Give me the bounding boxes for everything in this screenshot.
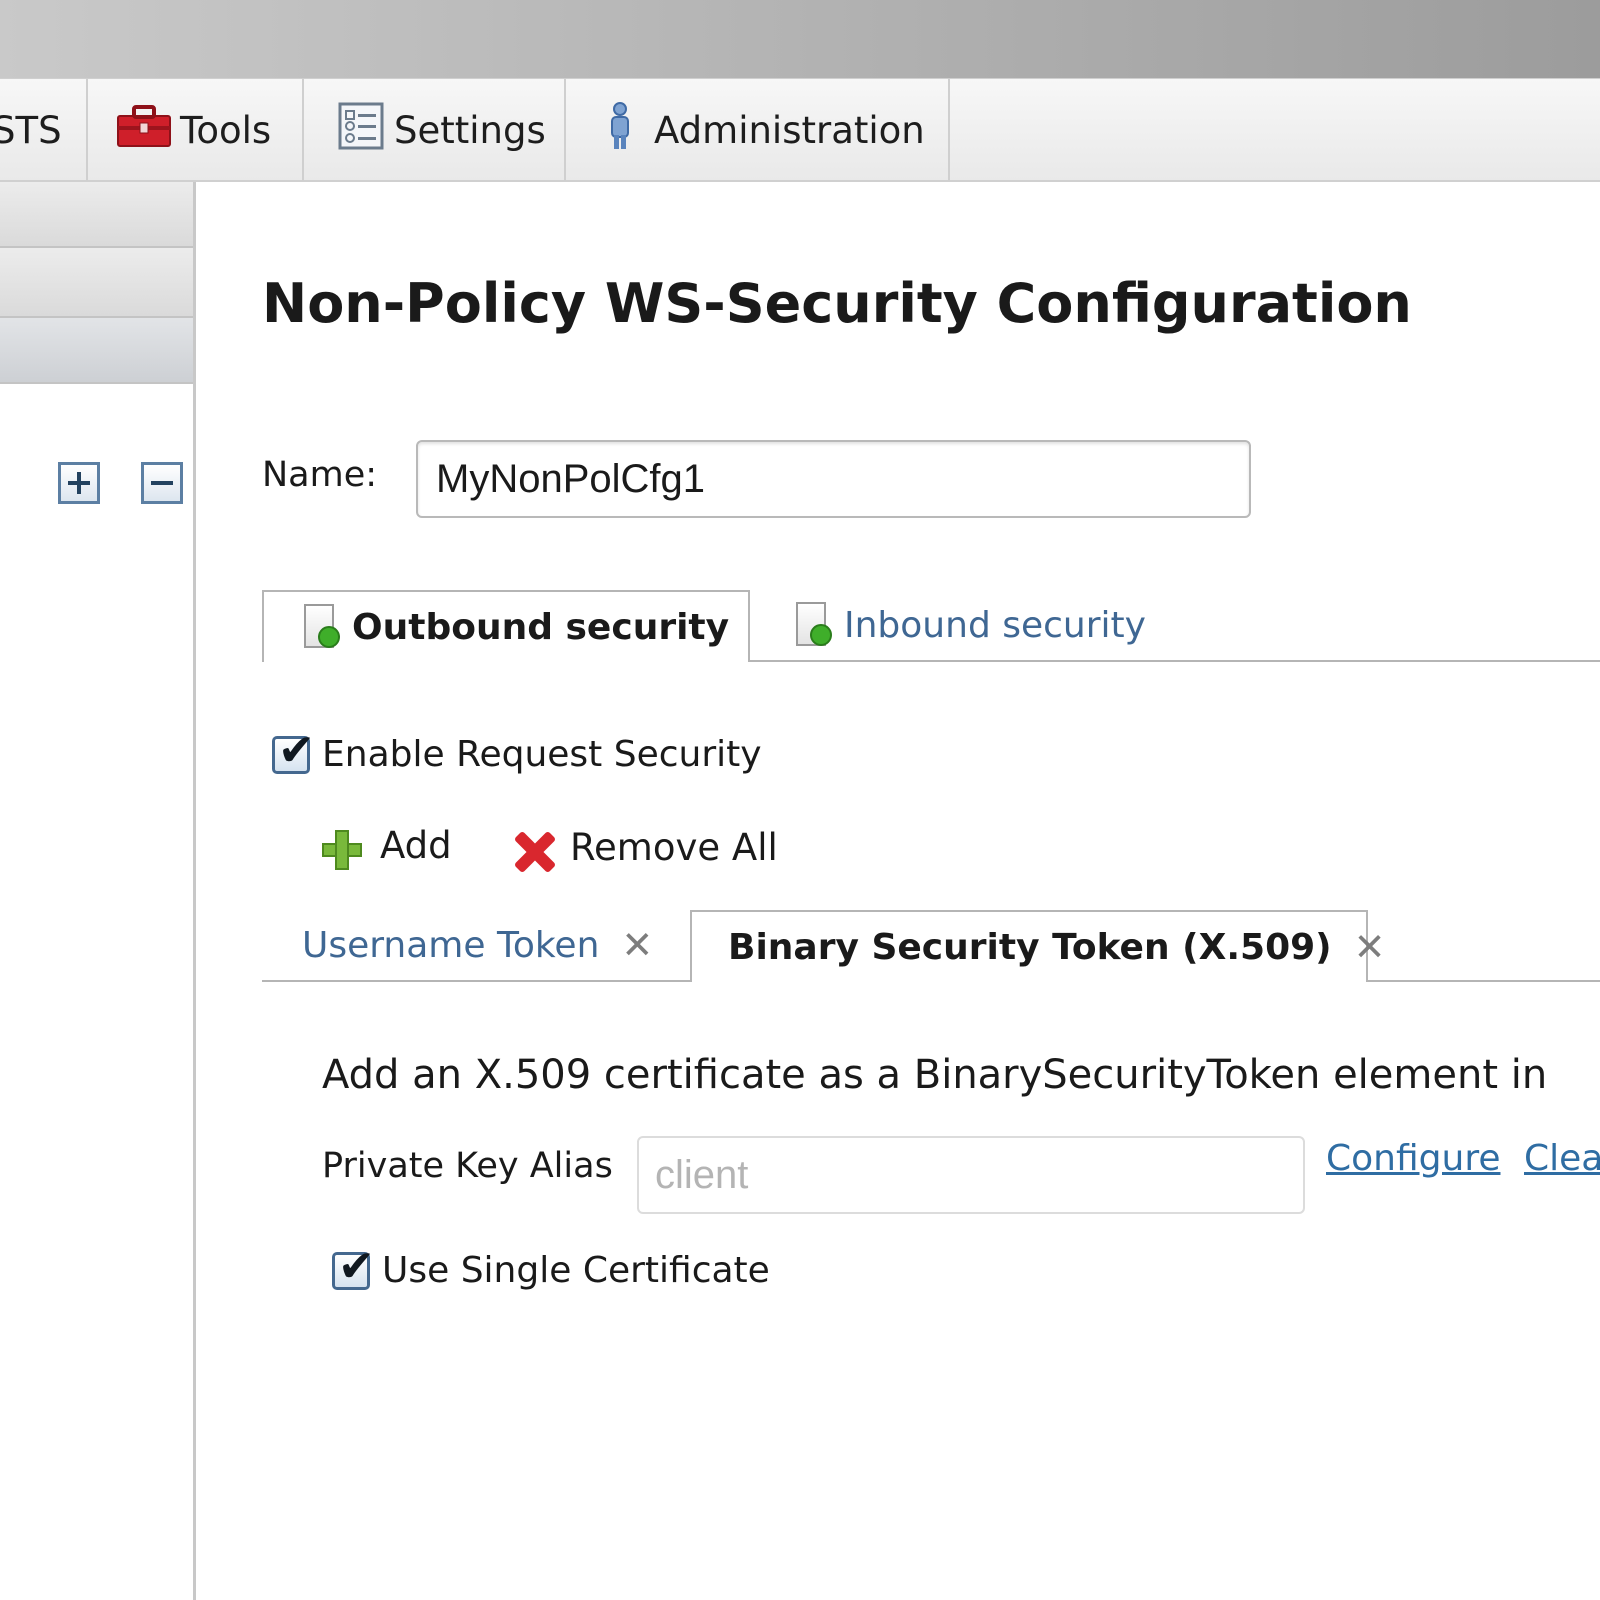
main-menubar: STS Tools Settings Administration: [0, 78, 1600, 182]
use-single-certificate-checkbox[interactable]: [332, 1241, 375, 1292]
add-button-label: Add: [380, 823, 452, 867]
toolbox-icon: [116, 104, 172, 157]
document-arrow-icon: [304, 604, 340, 650]
enable-request-security-checkbox[interactable]: [272, 725, 315, 776]
person-icon: [606, 101, 634, 160]
close-tab-icon[interactable]: ✕: [621, 923, 653, 967]
tab-inbound-security[interactable]: Inbound security: [796, 590, 1146, 660]
subtab-binary-security-token-label: Binary Security Token (X.509): [728, 926, 1332, 968]
left-sidebar: [0, 182, 196, 1600]
clear-link[interactable]: Clea: [1524, 1138, 1600, 1179]
sidebar-section-header-active[interactable]: [0, 318, 193, 384]
collapse-all-icon[interactable]: [141, 462, 183, 504]
document-arrow-icon: [796, 602, 832, 648]
private-key-alias-input[interactable]: [637, 1136, 1305, 1214]
menu-item-administration-label: Administration: [654, 108, 925, 152]
tab-inbound-security-label: Inbound security: [844, 604, 1146, 646]
name-label: Name:: [262, 455, 378, 495]
close-tab-icon[interactable]: ✕: [1354, 925, 1386, 969]
settings-list-icon: [338, 102, 384, 159]
plus-icon: [322, 830, 362, 870]
add-button[interactable]: Add: [322, 820, 452, 870]
remove-x-icon: [512, 830, 556, 874]
menu-item-tools[interactable]: Tools: [88, 79, 304, 181]
menu-item-tools-label: Tools: [180, 108, 272, 152]
remove-all-button-label: Remove All: [570, 825, 778, 869]
subtab-username-token-label: Username Token: [302, 924, 600, 966]
window-titlebar: [0, 0, 1600, 78]
subtab-username-token[interactable]: Username Token ✕: [302, 912, 653, 978]
use-single-certificate-label: Use Single Certificate: [382, 1250, 770, 1291]
menu-item-settings[interactable]: Settings: [304, 79, 566, 181]
menu-item-sts-label: STS: [0, 108, 62, 152]
sidebar-section-header[interactable]: [0, 182, 193, 248]
remove-all-button[interactable]: Remove All: [512, 820, 778, 874]
expand-all-icon[interactable]: [58, 462, 100, 504]
menu-item-administration[interactable]: Administration: [566, 79, 950, 181]
tab-outbound-security[interactable]: Outbound security: [262, 590, 750, 662]
tab-outbound-security-label: Outbound security: [352, 606, 730, 648]
configure-link[interactable]: Configure: [1326, 1138, 1500, 1179]
menu-item-settings-label: Settings: [394, 108, 546, 152]
private-key-alias-label: Private Key Alias: [322, 1146, 613, 1186]
bst-description: Add an X.509 certificate as a BinarySecu…: [322, 1052, 1548, 1098]
page-title: Non-Policy WS-Security Configuration: [262, 272, 1412, 335]
subtab-binary-security-token[interactable]: Binary Security Token (X.509) ✕: [690, 910, 1385, 982]
enable-request-security-label: Enable Request Security: [322, 734, 762, 775]
name-input[interactable]: [416, 440, 1251, 518]
sidebar-section-header[interactable]: [0, 248, 193, 318]
menu-item-sts[interactable]: STS: [0, 79, 88, 181]
